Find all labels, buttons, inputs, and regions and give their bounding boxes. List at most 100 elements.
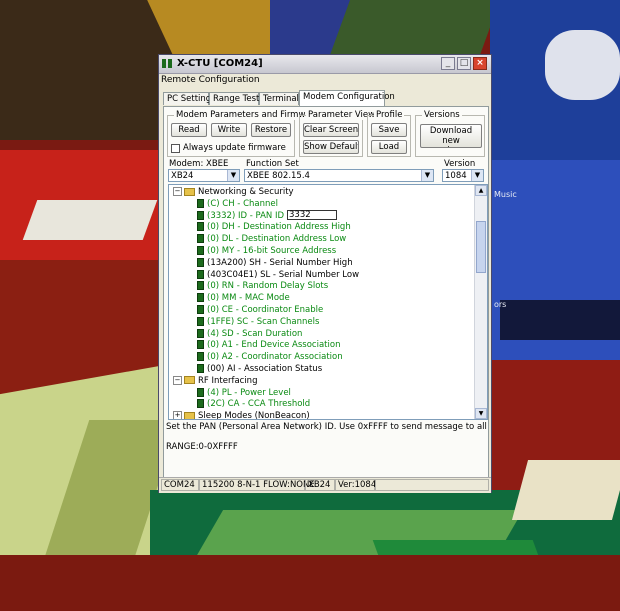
clear-screen-button[interactable]: Clear Screen <box>303 123 359 137</box>
minimize-icon[interactable]: _ <box>441 57 455 70</box>
tree-scrollbar[interactable]: ▲ ▼ <box>474 185 487 419</box>
modem-label: Modem: XBEE <box>169 159 229 169</box>
profile-group: Profile Save Load <box>367 110 411 157</box>
maximize-icon[interactable]: □ <box>457 57 471 70</box>
title-bar[interactable]: X-CTU [COM24] _ □ × <box>159 55 491 74</box>
restore-button[interactable]: Restore <box>251 123 291 137</box>
tree-folder[interactable]: − RF Interfacing <box>173 375 257 387</box>
parameter-tree[interactable]: ▲ ▼ − Networking & Security (C) CH - Chann… <box>168 184 488 420</box>
version-label: Version <box>444 159 476 169</box>
tab-terminal[interactable]: Terminal <box>259 92 299 105</box>
tab-modem-configuration[interactable]: Modem Configuration <box>299 90 395 106</box>
tree-item-label: (0) CE - Coordinator Enable <box>207 305 324 315</box>
modem-select[interactable]: XB24 ▼ <box>168 169 240 182</box>
tree-parameter[interactable]: (0) RN - Random Delay Slots <box>197 280 328 292</box>
tab-pc-settings[interactable]: PC Settings <box>163 92 216 105</box>
tree-parameter[interactable]: (1FFE) SC - Scan Channels <box>197 316 319 328</box>
background-text: Music <box>494 190 517 199</box>
parameter-icon <box>197 352 204 362</box>
parameter-icon <box>197 257 204 267</box>
always-update-label: Always update firmware <box>183 143 286 153</box>
tree-parameter[interactable]: (4) PL - Power Level <box>197 387 291 399</box>
download-new-versions-button[interactable]: Download new versions... <box>420 124 482 148</box>
tree-parameter[interactable]: (3332) ID - PAN ID 3332 <box>197 210 337 222</box>
read-button[interactable]: Read <box>171 123 207 137</box>
tab-range-test[interactable]: Range Test <box>209 92 259 105</box>
tree-folder[interactable]: + Sleep Modes (NonBeacon) <box>173 410 310 420</box>
tree-parameter[interactable]: (0) DH - Destination Address High <box>197 221 351 233</box>
versions-group: Versions Download new versions... <box>415 110 485 157</box>
tree-parameter[interactable]: (2C) CA - CCA Threshold <box>197 398 310 410</box>
chevron-down-icon: ▼ <box>421 170 433 181</box>
tree-item-label: Networking & Security <box>198 187 294 197</box>
chevron-down-icon: ▼ <box>471 170 483 181</box>
function-set-label: Function Set <box>246 159 299 169</box>
version-select-value: 1084 <box>445 171 467 181</box>
parameter-icon <box>197 198 204 208</box>
parameter-icon <box>197 387 204 397</box>
tree-item-label: (0) A1 - End Device Association <box>207 340 341 351</box>
tree-parameter[interactable]: (13A200) SH - Serial Number High <box>197 257 353 269</box>
tree-parameter[interactable]: (0) CE - Coordinator Enable <box>197 304 323 316</box>
always-update-checkbox[interactable] <box>171 144 180 153</box>
tree-item-label: (00) AI - Association Status <box>207 364 323 374</box>
tree-parameter[interactable]: (0) A2 - Coordinator Association <box>197 351 343 363</box>
tree-item-label: (0) DH - Destination Address High <box>207 222 351 233</box>
parameter-icon <box>197 328 204 338</box>
tree-parameter[interactable]: (0) A1 - End Device Association <box>197 339 340 351</box>
function-set-value: XBEE 802.15.4 <box>247 171 310 181</box>
tree-parameter[interactable]: (C) CH - Channel <box>197 198 278 210</box>
window-title: X-CTU [COM24] <box>177 58 263 69</box>
tree-item-label: (4) SD - Scan Duration <box>207 328 303 339</box>
version-select[interactable]: 1084 ▼ <box>442 169 484 182</box>
status-settings: 115200 8-N-1 FLOW:NONE <box>199 479 315 491</box>
parameter-icon <box>197 234 204 244</box>
write-button[interactable]: Write <box>211 123 247 137</box>
tree-item-label: (0) MY - 16-bit Source Address <box>207 246 337 256</box>
tree-parameter[interactable]: (00) AI - Association Status <box>197 363 322 375</box>
expand-icon[interactable]: − <box>173 187 182 196</box>
tree-item-label: (2C) CA - CCA Threshold <box>207 399 311 410</box>
tree-parameter[interactable]: (4) SD - Scan Duration <box>197 328 302 340</box>
app-icon <box>162 59 172 68</box>
pan-id-edit-field[interactable]: 3332 <box>287 210 337 221</box>
parameter-icon <box>197 246 204 255</box>
close-icon[interactable]: × <box>473 57 487 70</box>
background-text: ors <box>494 300 507 309</box>
chevron-down-icon: ▼ <box>227 170 239 181</box>
tree-item-label: (3332) ID - PAN ID <box>207 210 284 221</box>
scroll-thumb[interactable] <box>476 221 486 273</box>
folder-icon <box>184 411 195 419</box>
menu-remote-configuration[interactable]: Remote Configuration <box>161 75 260 85</box>
folder-icon <box>184 187 195 196</box>
parameter-description: Set the PAN (Personal Area Network) ID. … <box>166 422 488 432</box>
parameter-icon <box>197 293 204 303</box>
tree-parameter[interactable]: (403C04E1) SL - Serial Number Low <box>197 269 359 281</box>
tree-parameter[interactable]: (0) MM - MAC Mode <box>197 292 290 304</box>
modem-select-value: XB24 <box>171 171 194 181</box>
status-empty <box>375 479 489 491</box>
status-port: COM24 <box>161 479 199 491</box>
tree-item-label: (0) RN - Random Delay Slots <box>207 281 329 292</box>
group-label: Versions <box>422 110 462 120</box>
status-version: Ver:1084 <box>335 479 376 491</box>
save-button[interactable]: Save <box>371 123 407 137</box>
tree-parameter[interactable]: (0) MY - 16-bit Source Address <box>197 245 336 257</box>
tree-parameter[interactable]: (0) DL - Destination Address Low <box>197 233 346 245</box>
tree-item-label: (0) A2 - Coordinator Association <box>207 352 343 363</box>
parameter-icon <box>197 305 204 314</box>
tree-folder[interactable]: − Networking & Security <box>173 186 294 198</box>
status-modem: XB24 <box>305 479 335 491</box>
load-button[interactable]: Load <box>371 140 407 154</box>
scroll-down-icon[interactable]: ▼ <box>475 408 487 419</box>
tree-item-label: Sleep Modes (NonBeacon) <box>198 411 310 420</box>
tree-item-label: (403C04E1) SL - Serial Number Low <box>207 269 360 280</box>
expand-icon[interactable]: + <box>173 411 182 419</box>
show-defaults-button[interactable]: Show Defaults <box>303 140 359 154</box>
tree-item-label: (0) MM - MAC Mode <box>207 293 290 304</box>
scroll-up-icon[interactable]: ▲ <box>475 185 487 196</box>
expand-icon[interactable]: − <box>173 375 182 385</box>
folder-icon <box>184 376 195 385</box>
function-set-select[interactable]: XBEE 802.15.4 ▼ <box>244 169 434 182</box>
tree-item-label: (13A200) SH - Serial Number High <box>207 257 353 268</box>
